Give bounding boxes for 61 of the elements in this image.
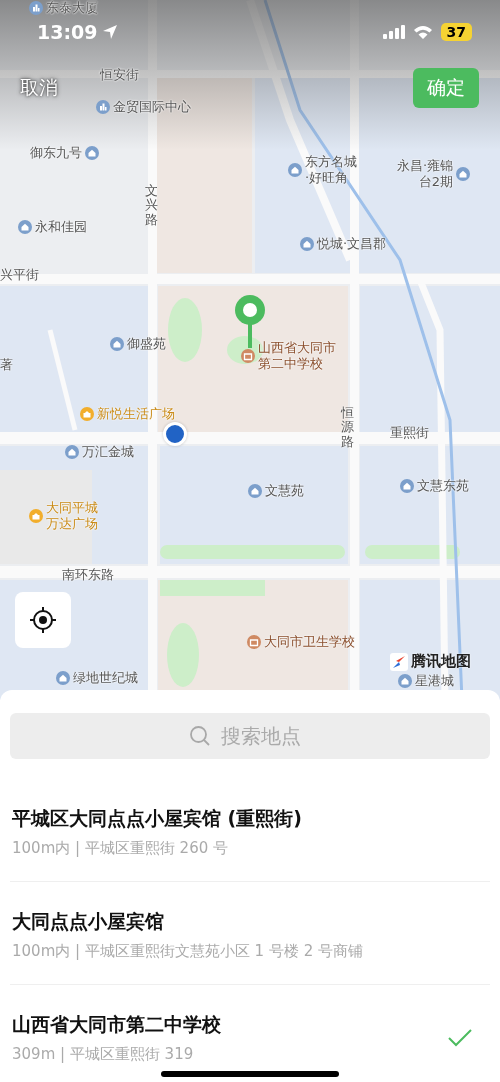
- status-time: 13:09: [37, 21, 98, 43]
- wifi-icon: [412, 25, 433, 39]
- locate-button[interactable]: [15, 592, 71, 648]
- place-label: 大同平城万达广场: [46, 500, 99, 532]
- house-icon: [288, 163, 302, 177]
- road-label: 文兴路: [145, 184, 158, 227]
- crosshair-icon: [28, 605, 58, 635]
- building-icon: [29, 1, 43, 15]
- house-icon: [18, 220, 32, 234]
- road-label: 兴平街: [0, 267, 39, 283]
- road-label: 著: [0, 357, 13, 373]
- house-icon: [56, 671, 70, 685]
- road-label: 重熙街: [390, 425, 429, 441]
- place-title: 大同点点小屋宾馆: [12, 909, 165, 934]
- house-icon: [398, 674, 412, 688]
- place-detail: 309m | 平城区重熙街 319: [12, 1044, 195, 1065]
- road-label: 恒源路: [341, 406, 354, 449]
- place-label: 御盛苑: [127, 336, 166, 352]
- result-item[interactable]: 大同点点小屋宾馆 100m内 | 平城区重熙街文慧苑小区 1 号楼 2 号商铺: [10, 882, 490, 985]
- place-label: 御东九号: [30, 145, 82, 161]
- place-title: 山西省大同市第二中学校: [12, 1012, 221, 1037]
- place-label: 东方名城·好旺角: [305, 154, 358, 186]
- place-label: 新悦生活广场: [97, 406, 175, 422]
- place-label: 万汇金城: [82, 444, 134, 460]
- place-label: 永昌·雍锦台2期: [395, 158, 454, 190]
- place-label: 文慧苑: [265, 483, 304, 499]
- school-icon: [241, 349, 255, 363]
- checkmark-icon: [447, 1028, 473, 1048]
- place-label: 悦城·文昌郡: [317, 236, 387, 252]
- place-label: 星港城: [415, 673, 454, 689]
- road-label: 恒安街: [100, 67, 139, 83]
- place-label: 文慧东苑: [417, 478, 469, 494]
- house-icon: [65, 445, 79, 459]
- place-detail: 100m内 | 平城区重熙街 260 号: [12, 838, 229, 859]
- house-icon: [248, 484, 262, 498]
- house-icon: [400, 479, 414, 493]
- place-label: 山西省大同市第二中学校: [258, 340, 337, 372]
- search-icon: [189, 725, 211, 747]
- place-label: 大同市卫生学校: [264, 634, 355, 650]
- house-icon: [300, 237, 314, 251]
- school-icon: [247, 635, 261, 649]
- place-title: 平城区大同点点小屋宾馆 (重熙街): [12, 806, 302, 831]
- shop-icon: [80, 407, 94, 421]
- place-label: 永和佳园: [35, 219, 87, 235]
- place-label: 东泰大厦: [46, 0, 98, 16]
- house-icon: [85, 146, 99, 160]
- battery-indicator: 37: [440, 23, 472, 41]
- result-item[interactable]: 山西省大同市第二中学校 309m | 平城区重熙街 319: [10, 985, 490, 1082]
- place-detail: 100m内 | 平城区重熙街文慧苑小区 1 号楼 2 号商铺: [12, 941, 363, 962]
- house-icon: [110, 337, 124, 351]
- map-attribution: 腾讯地图: [411, 652, 471, 671]
- house-icon: [456, 167, 471, 181]
- search-field[interactable]: 搜索地点: [221, 724, 311, 748]
- result-item[interactable]: 平城区大同点点小屋宾馆 (重熙街) 100m内 | 平城区重熙街 260 号: [10, 779, 490, 882]
- shop-icon: [29, 509, 43, 523]
- building-icon: [96, 100, 110, 114]
- signal-icon: [382, 25, 405, 39]
- road-label: 南环东路: [62, 567, 114, 583]
- location-arrow-icon: [102, 24, 119, 40]
- place-label: 金贸国际中心: [113, 99, 191, 115]
- place-label: 绿地世纪城: [73, 670, 138, 686]
